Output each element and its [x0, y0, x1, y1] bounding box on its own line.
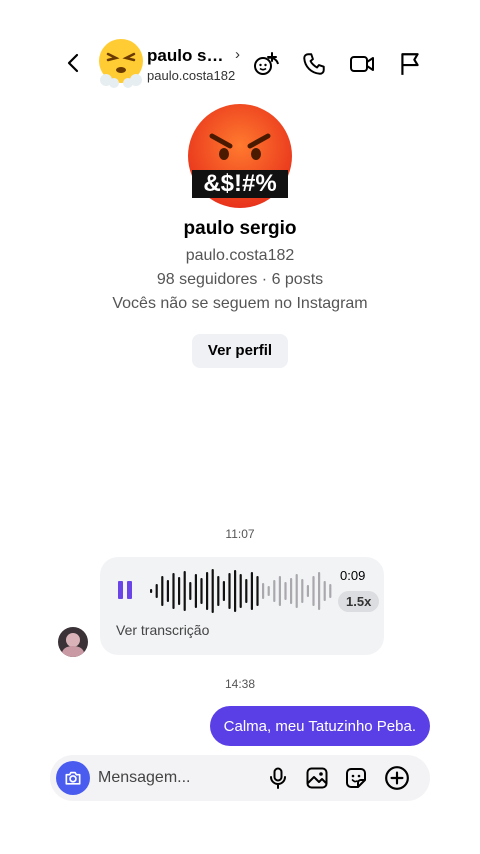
header-username: paulo.costa182 [147, 68, 236, 83]
view-transcript-link[interactable]: Ver transcrição [116, 622, 209, 638]
waveform-bar [194, 574, 197, 608]
voice-message-bubble[interactable]: 0:09 1.5x Ver transcrição [100, 557, 384, 655]
message-input[interactable] [98, 755, 258, 801]
waveform-bar [295, 574, 298, 608]
sent-message-text: Calma, meu Tatuzinho Peba. [223, 717, 416, 735]
waveform-bar [284, 582, 287, 600]
follow-status: Vocês não se seguem no Instagram [112, 295, 368, 312]
camera-icon[interactable] [56, 761, 90, 795]
message-composer [50, 755, 430, 801]
waveform-bar [183, 571, 186, 611]
avatar-symbol-text: &$!#% [203, 170, 276, 197]
waveform-bar [172, 573, 175, 609]
flag-icon[interactable] [396, 50, 424, 78]
waveform-bar [178, 577, 181, 605]
waveform-bar [150, 589, 153, 593]
waveform-bar [250, 572, 253, 610]
back-icon[interactable] [62, 51, 86, 75]
microphone-icon[interactable] [264, 764, 292, 792]
gallery-icon[interactable] [303, 764, 331, 792]
waveform-bar [273, 580, 276, 602]
header-name: paulo sergio [147, 46, 231, 65]
sent-message-bubble[interactable]: Calma, meu Tatuzinho Peba. [209, 706, 430, 746]
waveform-bar [206, 572, 209, 610]
profile-card: &$!#% paulo sergio paulo.costa182 98 seg… [0, 104, 480, 368]
chevron-right-icon: › [235, 46, 240, 63]
waveform-bar [217, 576, 220, 606]
waveform-bar [267, 586, 270, 596]
waveform-bar [239, 574, 242, 608]
waveform-bar [323, 581, 326, 601]
waveform-bar [256, 576, 259, 606]
waveform-bar [278, 576, 281, 606]
waveform-bar [228, 573, 231, 609]
waveform-bar [211, 569, 214, 613]
chat-header: paulo sergio › paulo.costa182 [0, 34, 480, 92]
header-avatar[interactable] [94, 36, 148, 90]
audio-waveform[interactable] [146, 567, 336, 615]
header-name-row[interactable]: paulo sergio › [147, 46, 240, 66]
timestamp: 11:07 [225, 527, 255, 541]
waveform-bar [306, 585, 309, 597]
waveform-bar [234, 570, 237, 612]
pause-icon[interactable] [118, 581, 132, 599]
add-icon[interactable] [383, 764, 411, 792]
sender-avatar[interactable] [58, 627, 88, 657]
waveform-bar [329, 584, 332, 598]
profile-avatar: &$!#% [188, 104, 292, 208]
phone-icon[interactable] [300, 50, 328, 78]
profile-stats: 98 seguidores · 6 posts [156, 271, 324, 288]
waveform-bar [245, 579, 248, 603]
waveform-bar [290, 578, 293, 604]
view-profile-button[interactable]: Ver perfil [191, 334, 289, 368]
profile-username: paulo.costa182 [185, 247, 295, 264]
waveform-bar [222, 581, 225, 601]
waveform-bar [189, 582, 192, 600]
waveform-bar [200, 578, 203, 604]
video-icon[interactable] [348, 50, 376, 78]
sticker-icon[interactable] [342, 764, 370, 792]
timestamp: 14:38 [224, 677, 256, 691]
effects-icon[interactable] [252, 50, 280, 78]
waveform-bar [318, 572, 321, 610]
waveform-bar [312, 576, 315, 606]
profile-name: paulo sergio [183, 218, 297, 239]
waveform-bar [161, 576, 164, 606]
waveform-bar [262, 583, 265, 599]
voice-duration: 0:09 [340, 568, 366, 583]
playback-speed-button[interactable]: 1.5x [338, 591, 380, 612]
waveform-bar [166, 580, 169, 602]
waveform-bar [155, 584, 158, 598]
waveform-bar [301, 579, 304, 603]
